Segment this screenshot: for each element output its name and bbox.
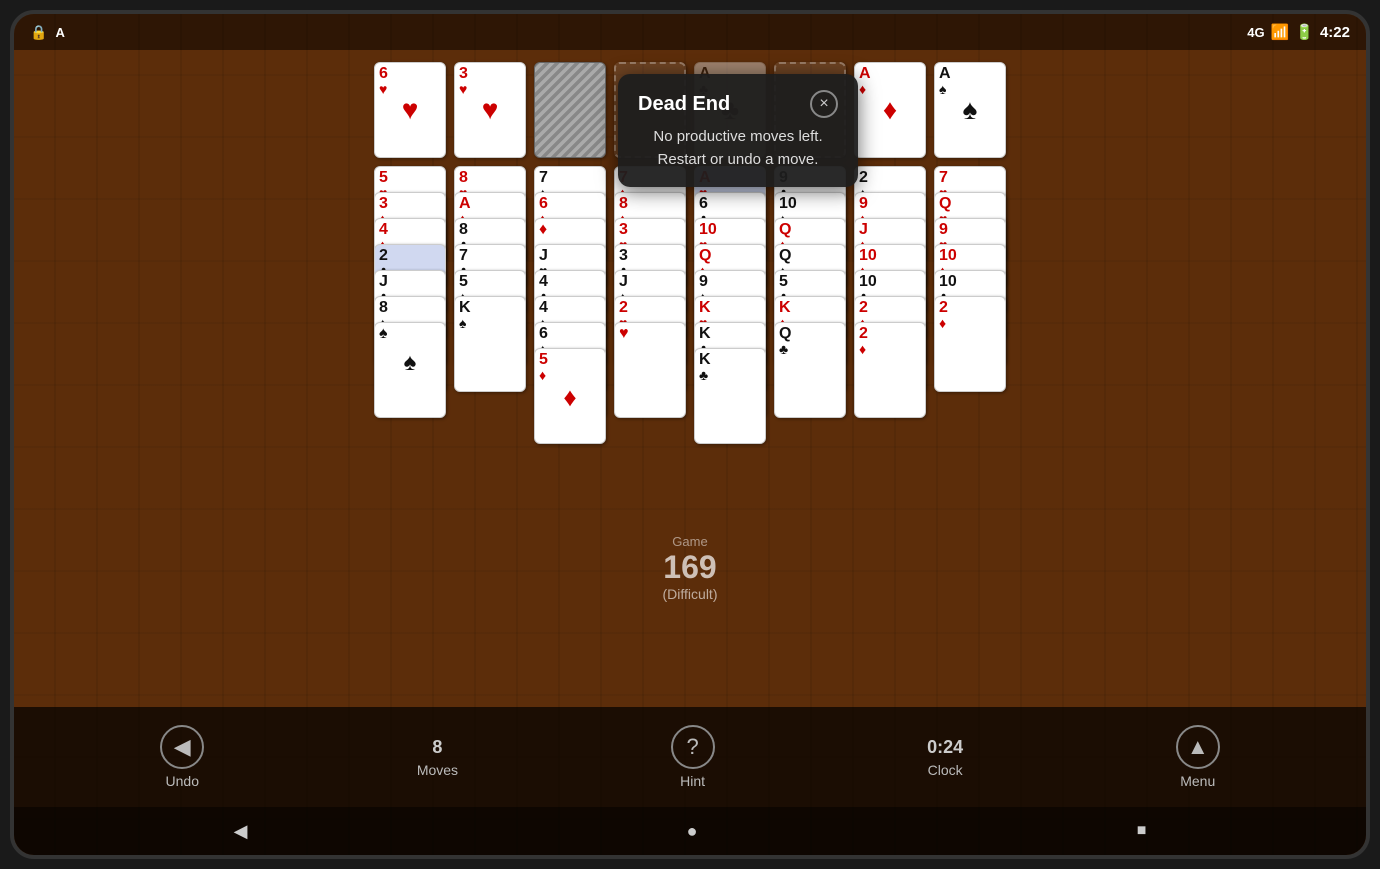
foundation-card-1[interactable]: 3♥ ♥ xyxy=(454,62,526,158)
status-bar: 🔒 A 4G 📶 🔋 4:22 xyxy=(14,14,1366,50)
recent-button[interactable]: ■ xyxy=(1137,822,1147,840)
popup-close-button[interactable]: × xyxy=(810,90,838,118)
card[interactable]: ♠♠ xyxy=(374,322,446,418)
game-label: Game xyxy=(663,534,718,549)
tableau-col-1: 5♥ 3♦ 4♦ 2♣ J♣ 8♠ ♠♠ xyxy=(374,166,446,418)
card[interactable]: 5♦♦ xyxy=(534,348,606,444)
card[interactable]: Q♣ xyxy=(774,322,846,418)
popup-line1: No productive moves left. xyxy=(638,126,838,149)
clock-status: 4:22 xyxy=(1320,24,1350,41)
dead-end-popup: Dead End × No productive moves left. Res… xyxy=(618,74,858,187)
menu-button[interactable]: ▲ Menu xyxy=(1176,725,1220,789)
game-number: 169 xyxy=(663,549,718,586)
undo-label: Undo xyxy=(166,773,199,789)
tableau-col-7: 2♠ 9♦ J♦ 10♦ 10♣ 2♦ 2♦ xyxy=(854,166,926,418)
difficulty-label: (Difficult) xyxy=(663,586,718,602)
foundation-card-7[interactable]: A♠ ♠ xyxy=(934,62,1006,158)
card[interactable]: K♣ xyxy=(694,348,766,444)
tableau-col-5: A♥ 6♣ 10♥ Q♦ 9♠ K♥ K♣ K♣ xyxy=(694,166,766,444)
back-button[interactable]: ◀ xyxy=(234,821,248,842)
signal-icon: 4G xyxy=(1247,25,1264,40)
foundation-card-6[interactable]: A♦ ♦ xyxy=(854,62,926,158)
home-button[interactable]: ● xyxy=(687,821,698,842)
hint-label: Hint xyxy=(680,773,705,789)
wifi-icon: 📶 xyxy=(1271,23,1290,41)
device-frame: 🔒 A 4G 📶 🔋 4:22 Dead End × No productive… xyxy=(10,10,1370,859)
tableau-col-8: 7♥ Q♥ 9♥ 10♦ 10♣ 2♦ xyxy=(934,166,1006,392)
clock-label: Clock xyxy=(928,762,963,778)
hint-icon: ? xyxy=(671,725,715,769)
menu-label: Menu xyxy=(1180,773,1215,789)
nav-bar: ◀ ● ■ xyxy=(14,807,1366,855)
clock-value: 0:24 xyxy=(927,737,963,758)
popup-body: No productive moves left. Restart or und… xyxy=(638,126,838,171)
tableau-col-6: 9♣ 10♠ Q♦ Q♠ 5♣ K♦ Q♣ xyxy=(774,166,846,418)
popup-title: Dead End xyxy=(638,93,730,116)
card[interactable]: 2♦ xyxy=(854,322,926,418)
lock-icon: 🔒 xyxy=(30,24,47,41)
toolbar: ◀ Undo 8 Moves ? Hint 0:24 Clock ▲ Menu xyxy=(14,707,1366,807)
undo-button[interactable]: ◀ Undo xyxy=(160,725,204,789)
moves-label: Moves xyxy=(417,762,458,778)
moves-display: 8 Moves xyxy=(417,737,458,778)
status-left: 🔒 A xyxy=(30,24,65,41)
tableau-col-3: 7♠ 6♦ ♦♦ J♥ 4♣ 4♠ 6♠ 5♦♦ xyxy=(534,166,606,444)
moves-value: 8 xyxy=(432,737,442,758)
clock-display: 0:24 Clock xyxy=(927,737,963,778)
tableau-col-2: 8♥ A♦ 8♣ 7♣ 5♠ K♠ xyxy=(454,166,526,392)
menu-icon: ▲ xyxy=(1176,725,1220,769)
hint-button[interactable]: ? Hint xyxy=(671,725,715,789)
status-right: 4G 📶 🔋 4:22 xyxy=(1247,23,1350,41)
foundation-card-2-back[interactable] xyxy=(534,62,606,158)
a-icon: A xyxy=(55,25,64,40)
popup-line2: Restart or undo a move. xyxy=(638,149,838,172)
score-area: Game 169 (Difficult) xyxy=(663,534,718,602)
tableau: 5♥ 3♦ 4♦ 2♣ J♣ 8♠ ♠♠ 8♥ A♦ 8♣ 7♣ 5♠ K♠ 7… xyxy=(354,166,1026,755)
popup-header: Dead End × xyxy=(638,90,838,118)
undo-icon: ◀ xyxy=(160,725,204,769)
battery-icon: 🔋 xyxy=(1295,23,1314,41)
card[interactable]: K♠ xyxy=(454,296,526,392)
foundation-card-0[interactable]: 6♥ ♥ xyxy=(374,62,446,158)
card[interactable]: 2♦ xyxy=(934,296,1006,392)
tableau-col-4: 7♦ 8♦ 3♥ 3♣ J♠ 2♥♥ ♥ xyxy=(614,166,686,418)
card[interactable]: ♥ xyxy=(614,322,686,418)
